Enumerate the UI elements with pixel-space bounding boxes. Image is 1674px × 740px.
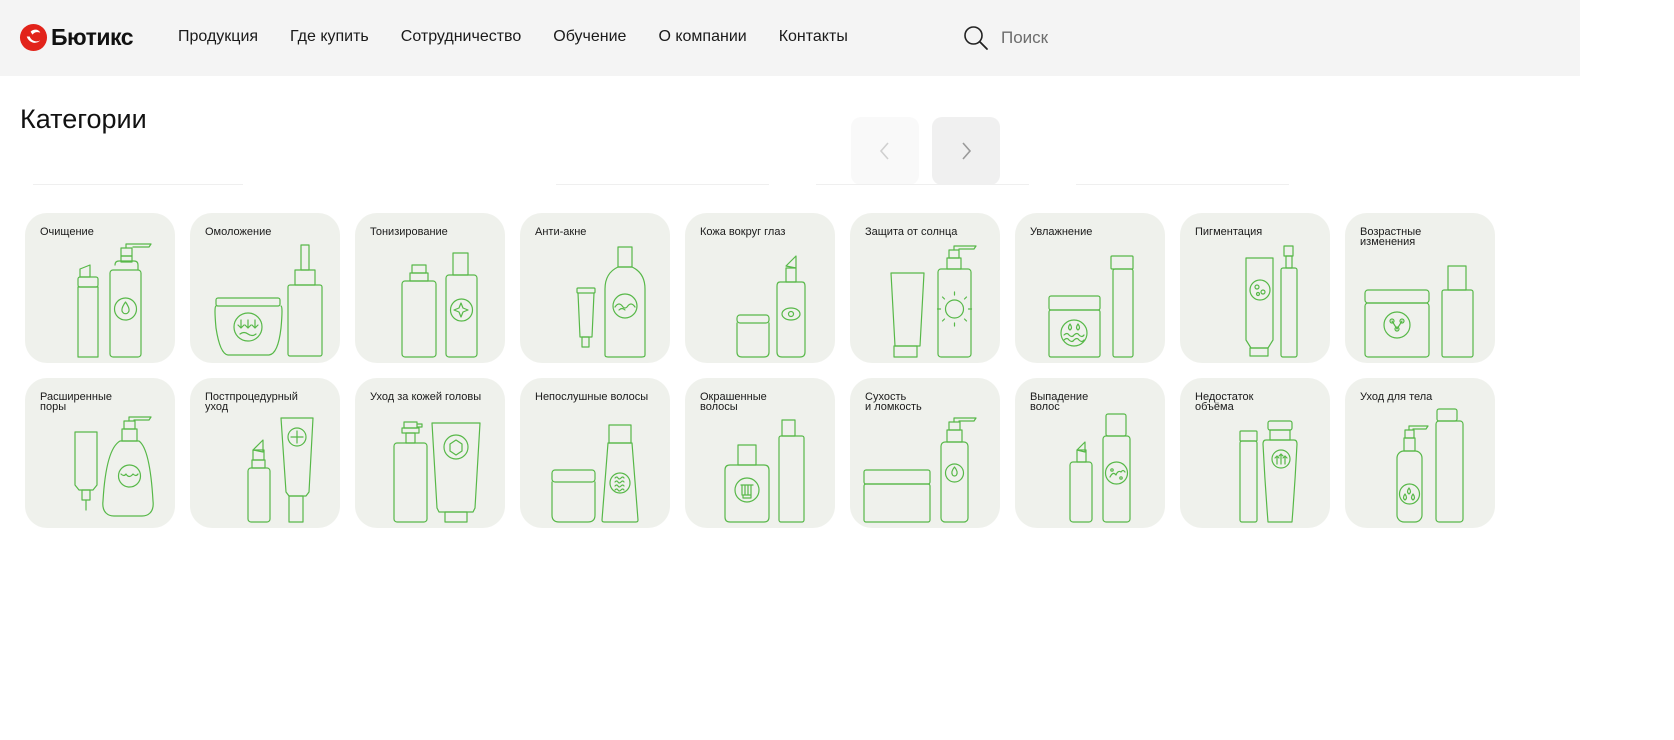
hair-loss-icon	[1069, 413, 1131, 523]
colored-hair-icon	[724, 419, 805, 523]
body-care-icon	[1396, 408, 1464, 523]
anti-acne-icon	[576, 246, 646, 358]
nav-item-where-to-buy[interactable]: Где купить	[290, 28, 369, 46]
category-card-enlarged-pores[interactable]: Расширенные поры	[25, 378, 175, 528]
nav-item-cooperation[interactable]: Сотрудничество	[401, 28, 522, 46]
enlarged-pores-icon	[74, 416, 154, 517]
volume-icon	[1239, 420, 1298, 523]
slider-next-button[interactable]	[932, 117, 1000, 185]
category-card-eye-skin[interactable]: Кожа вокруг глаз	[685, 213, 835, 363]
brand-logo-icon	[19, 23, 48, 51]
page-title: Категории	[20, 104, 147, 134]
age-changes-icon	[1364, 265, 1474, 358]
post-procedure-icon	[247, 417, 314, 523]
category-card-anti-acne[interactable]: Анти-акне	[520, 213, 670, 363]
category-card-moisturizing[interactable]: Увлажнение	[1015, 213, 1165, 363]
category-card-volume[interactable]: Недостаток объёма	[1180, 378, 1330, 528]
category-card-unruly-hair[interactable]: Непослушные волосы	[520, 378, 670, 528]
category-card-scalp-care[interactable]: Уход за кожей головы	[355, 378, 505, 528]
search-input[interactable]	[1001, 28, 1221, 48]
category-card-sun-protection[interactable]: Защита от солнца	[850, 213, 1000, 363]
category-card-body-care[interactable]: Уход для тела	[1345, 378, 1495, 528]
unruly-hair-icon	[551, 424, 639, 523]
brand-logo[interactable]: Бютикс	[19, 22, 134, 52]
category-card-hair-loss[interactable]: Выпадение волос	[1015, 378, 1165, 528]
slider-prev-button[interactable]	[851, 117, 919, 185]
category-card-age-changes[interactable]: Возрастные изменения	[1345, 213, 1495, 363]
nav-item-contacts[interactable]: Контакты	[779, 28, 848, 46]
main-nav: Продукция Где купить Сотрудничество Обуч…	[178, 28, 848, 46]
dry-brittle-icon	[863, 417, 977, 523]
pigmentation-icon	[1245, 245, 1298, 358]
nav-item-about[interactable]: О компании	[658, 28, 746, 46]
tab-underline	[556, 184, 769, 185]
category-card-colored-hair[interactable]: Окрашенные волосы	[685, 378, 835, 528]
chevron-left-icon	[879, 142, 889, 160]
search-icon[interactable]	[963, 25, 989, 51]
tab-underline	[816, 184, 1029, 185]
moisturizing-icon	[1048, 255, 1134, 358]
eye-skin-icon	[736, 255, 806, 358]
brand-name: Бютикс	[51, 23, 134, 50]
site-header: Бютикс Продукция Где купить Сотрудничест…	[0, 0, 1580, 76]
chevron-right-icon	[962, 142, 972, 160]
category-card-rejuvenation[interactable]: Омоложение	[190, 213, 340, 363]
rejuvenation-icon	[214, 244, 323, 357]
nav-item-training[interactable]: Обучение	[553, 28, 626, 46]
categories-grid: Очищение Омоложение Тонизирование Анти-а…	[25, 213, 1495, 528]
category-card-pigmentation[interactable]: Пигментация	[1180, 213, 1330, 363]
category-card-dry-brittle[interactable]: Сухость и ломкость	[850, 378, 1000, 528]
sun-protection-icon	[890, 245, 977, 358]
nav-item-products[interactable]: Продукция	[178, 28, 258, 46]
search-bar[interactable]	[963, 23, 1221, 53]
tab-underline	[1076, 184, 1289, 185]
category-card-post-procedure[interactable]: Постпроцедурный уход	[190, 378, 340, 528]
toning-icon	[401, 252, 478, 358]
category-card-cleansing[interactable]: Очищение	[25, 213, 175, 363]
category-card-toning[interactable]: Тонизирование	[355, 213, 505, 363]
tab-underline	[33, 184, 243, 185]
scalp-care-icon	[393, 421, 481, 523]
cleansing-icon	[77, 243, 152, 358]
